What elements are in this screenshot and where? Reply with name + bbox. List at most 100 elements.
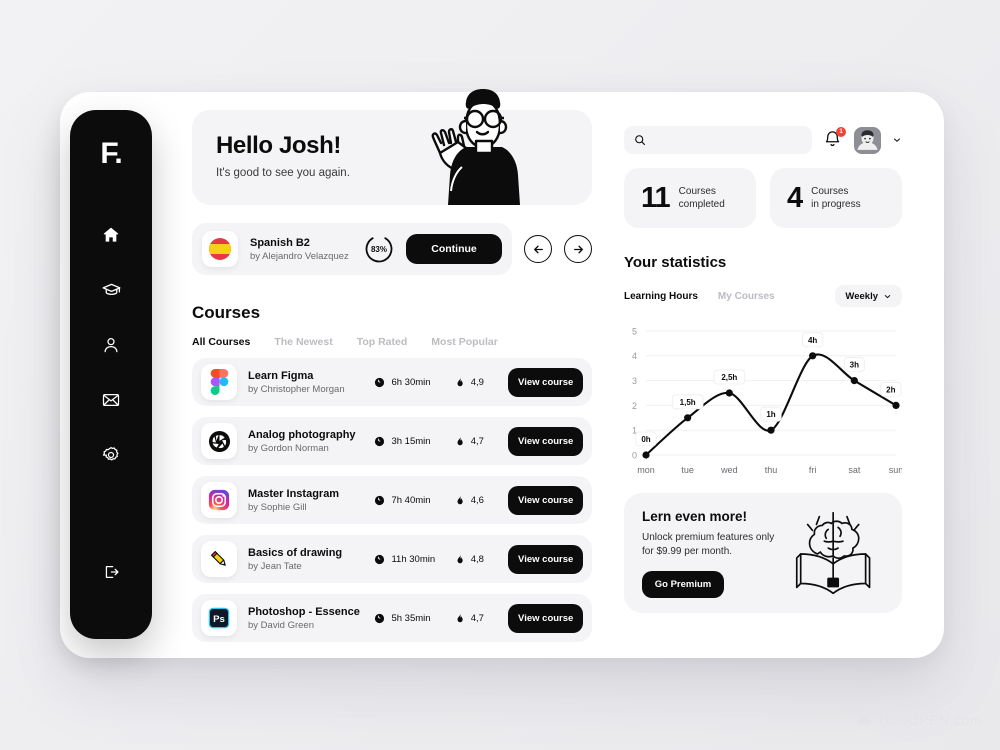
waving-person-illustration: [431, 89, 520, 205]
instagram-icon: [208, 489, 230, 511]
x-axis-tick: thu: [765, 465, 778, 475]
hero-banner: Hello Josh! It's good to see you again.: [192, 89, 592, 205]
course-rating: 4,6: [455, 494, 498, 506]
chart-point: [684, 414, 692, 422]
course-meta: Analog photography by Gordon Norman: [248, 429, 363, 454]
x-axis-tick: sun: [889, 465, 902, 475]
sidebar-item-profile[interactable]: [91, 325, 131, 365]
avatar[interactable]: [854, 126, 881, 154]
tab-most-popular[interactable]: Most Popular: [431, 336, 498, 348]
chart-header: Learning Hours My Courses Weekly: [624, 285, 902, 307]
current-course-row: Spanish B2 by Alejandro Velazquez 83% Co…: [192, 223, 592, 275]
course-title: Analog photography: [248, 428, 356, 441]
chart-point: [850, 377, 858, 385]
flame-icon: [457, 495, 463, 505]
course-duration: 7h 40min: [374, 495, 443, 506]
course-duration-label: 6h 30min: [391, 376, 431, 388]
view-course-button[interactable]: View course: [508, 426, 583, 456]
course-duration-label: 5h 35min: [391, 612, 431, 624]
notification-badge: 1: [836, 127, 846, 137]
course-row[interactable]: Learn Figma by Christopher Morgan 6h 30m…: [192, 358, 592, 406]
tab-the-newest[interactable]: The Newest: [274, 336, 332, 348]
next-course-button[interactable]: [564, 235, 592, 263]
view-course-button[interactable]: View course: [508, 544, 583, 574]
flame-icon: [457, 436, 463, 446]
sidebar-item-settings[interactable]: [91, 435, 131, 475]
course-title: Basics of drawing: [248, 546, 343, 559]
search-box[interactable]: [624, 126, 812, 154]
premium-subtitle: Unlock premium features only for $9.99 p…: [642, 531, 775, 558]
main-content-right: 1 11 Courses completed 4 Courses in prog…: [624, 126, 902, 613]
course-title: Master Instagram: [248, 487, 340, 500]
course-duration: 6h 30min: [374, 377, 443, 388]
current-course-meta: Spanish B2 by Alejandro Velazquez: [250, 237, 352, 262]
course-rating-label: 4,9: [470, 376, 484, 388]
x-axis-tick: sat: [848, 465, 861, 475]
x-axis-tick: mon: [637, 465, 655, 475]
course-meta: Basics of drawing by Jean Tate: [248, 547, 363, 572]
view-course-button[interactable]: View course: [508, 485, 583, 515]
learning-hours-chart: 0 1 2 3 4 5 0h 1,5h 2,5h 1h 4h 3h 2h mon tue wed thu fri s…: [624, 317, 902, 477]
view-course-button[interactable]: View course: [508, 367, 583, 397]
course-thumbnail: [201, 482, 237, 518]
course-row[interactable]: Basics of drawing by Jean Tate 11h 30min…: [192, 535, 592, 583]
sidebar-item-messages[interactable]: [91, 380, 131, 420]
continue-button[interactable]: Continue: [406, 234, 502, 264]
search-icon: [635, 135, 646, 146]
prev-course-button[interactable]: [524, 235, 552, 263]
y-axis-tick: 3: [632, 376, 637, 386]
sidebar-item-courses[interactable]: [91, 270, 131, 310]
tab-learning-hours[interactable]: Learning Hours: [624, 291, 698, 302]
tab-my-courses[interactable]: My Courses: [718, 291, 775, 302]
sidebar-item-logout[interactable]: [91, 552, 131, 592]
envelope-icon: [102, 393, 120, 407]
gear-icon: [102, 447, 119, 461]
app-logo[interactable]: F.: [100, 139, 122, 169]
chevron-down-icon[interactable]: [892, 135, 902, 145]
course-thumbnail: [201, 423, 237, 459]
course-duration: 3h 15min: [374, 436, 443, 447]
chart-svg: 0123450h1,5h2,5h1h4h3h2hmon tue wed thu fri s…: [632, 326, 902, 475]
view-course-button[interactable]: View course: [508, 603, 583, 633]
course-rating-label: 4,7: [470, 435, 484, 447]
chart-point: [892, 401, 900, 409]
course-author: by Sophie Gill: [248, 501, 307, 513]
tab-all-courses[interactable]: All Courses: [192, 336, 250, 348]
stat-card-in-progress[interactable]: 4 Courses in progress: [770, 168, 902, 228]
course-row[interactable]: Master Instagram by Sophie Gill 7h 40min…: [192, 476, 592, 524]
chart-point-label: 3h: [843, 357, 865, 376]
current-course-card[interactable]: Spanish B2 by Alejandro Velazquez 83% Co…: [192, 223, 512, 275]
stat-card-completed[interactable]: 11 Courses completed: [624, 168, 756, 228]
course-tabs: All Courses The Newest Top Rated Most Po…: [192, 336, 592, 348]
stat-label-line1: Courses: [678, 186, 716, 197]
clock-icon: [375, 613, 385, 623]
chart-point: [767, 426, 775, 434]
main-content-left: Hello Josh! It's good to see you again.: [192, 89, 592, 653]
course-row[interactable]: Ps Photoshop - Essence by David Green 5h…: [192, 594, 592, 642]
notifications-button[interactable]: 1: [823, 127, 846, 151]
sidebar-item-home[interactable]: [91, 215, 131, 255]
course-rating: 4,7: [455, 435, 498, 447]
course-rating: 4,8: [455, 553, 498, 565]
course-meta: Learn Figma by Christopher Morgan: [248, 370, 363, 395]
course-rating-label: 4,7: [470, 612, 484, 624]
stat-label-line1: Courses: [811, 186, 849, 197]
course-rating: 4,9: [455, 376, 498, 388]
flame-icon: [457, 613, 463, 623]
period-label: Weekly: [845, 290, 878, 302]
search-input[interactable]: [654, 134, 802, 146]
arrow-left-icon: [533, 245, 543, 253]
clock-icon: [375, 495, 385, 505]
course-row[interactable]: Analog photography by Gordon Norman 3h 1…: [192, 417, 592, 465]
course-duration-label: 11h 30min: [391, 553, 436, 565]
aperture-icon: [208, 430, 230, 452]
user-avatar: [854, 126, 881, 154]
course-thumbnail: [201, 541, 237, 577]
tab-top-rated[interactable]: Top Rated: [357, 336, 408, 348]
chart-point: [642, 451, 650, 459]
brain-book-icon: [795, 511, 871, 595]
period-select[interactable]: Weekly: [835, 285, 902, 307]
current-course-author: by Alejandro Velazquez: [250, 250, 349, 262]
go-premium-button[interactable]: Go Premium: [642, 570, 724, 598]
stat-label: Courses in progress: [811, 185, 860, 211]
